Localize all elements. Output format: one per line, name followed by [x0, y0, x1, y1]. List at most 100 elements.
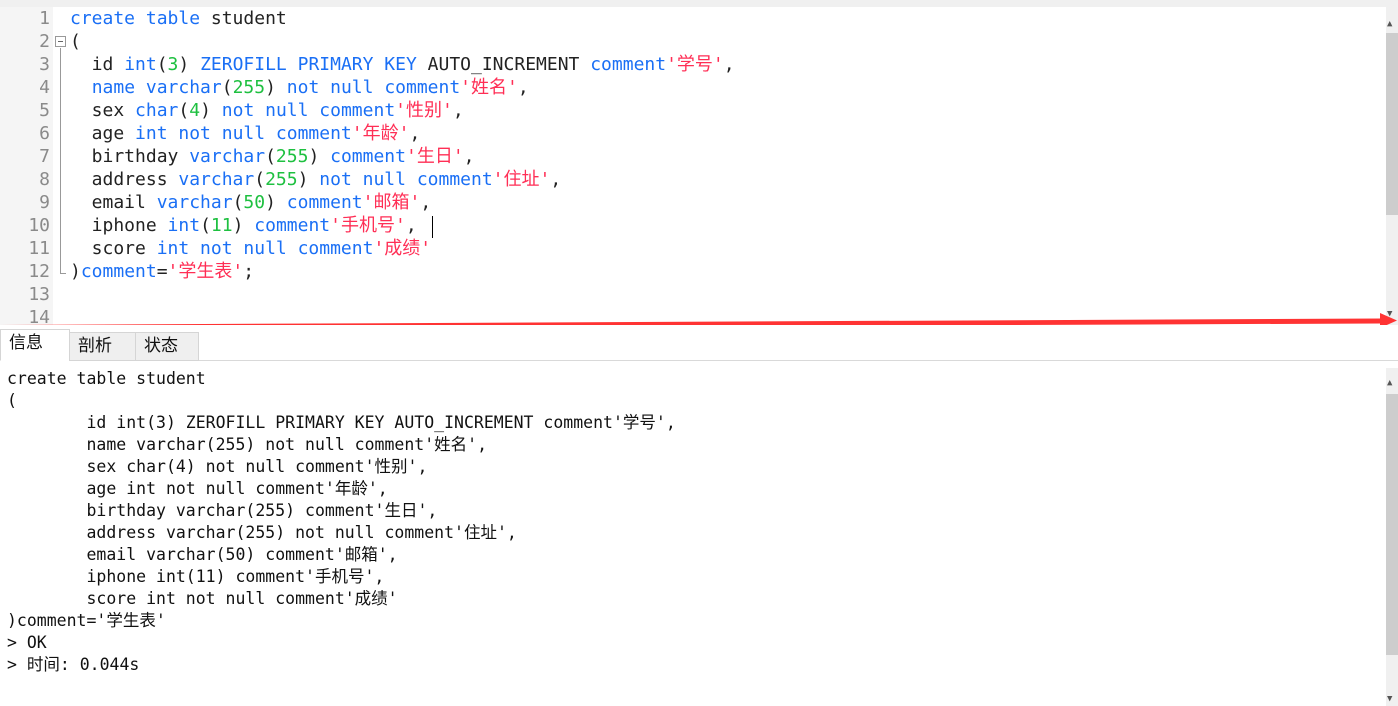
tab-label: 剖析: [78, 336, 112, 356]
line-number: 9: [39, 192, 50, 213]
token-kw: name varchar: [91, 77, 222, 98]
output-line: address varchar(255) not null comment'住址…: [7, 523, 517, 542]
output-line: email varchar(50) comment'邮箱',: [7, 545, 398, 564]
code-line[interactable]: score int not null comment'成绩': [70, 237, 431, 260]
text-caret: [432, 216, 433, 238]
token-kw: not null comment: [319, 169, 493, 190]
token-kw: create table: [70, 8, 201, 29]
token-plain: ): [265, 77, 287, 98]
line-number: 2: [39, 31, 50, 52]
token-kw: not null comment: [221, 100, 396, 121]
code-line[interactable]: address varchar(255) not null comment'住址…: [70, 168, 562, 191]
token-num: 255: [232, 77, 266, 98]
line-number: 7: [39, 146, 50, 167]
code-line[interactable]: email varchar(50) comment'邮箱',: [70, 191, 432, 214]
token-str: '邮箱': [362, 192, 421, 213]
output-line: > OK: [7, 633, 47, 652]
line-number: 10: [28, 215, 50, 236]
token-plain: ): [200, 100, 222, 121]
token-plain: ): [297, 169, 320, 190]
output-line: (: [7, 391, 17, 410]
token-str: '年龄': [351, 123, 410, 144]
scroll-up-icon[interactable]: ▲: [1387, 19, 1392, 29]
output-scrollbar[interactable]: ▲ ▼: [1386, 368, 1398, 706]
token-plain: sex: [70, 100, 136, 121]
code-line[interactable]: sex char(4) not null comment'性别',: [70, 99, 464, 122]
tab-status[interactable]: 状态: [135, 332, 199, 361]
line-number: 13: [28, 284, 50, 305]
token-kw: int: [167, 215, 201, 236]
token-plain: AUTO_INCREMENT: [416, 54, 591, 75]
token-kw: comment: [80, 261, 157, 282]
token-plain: (: [200, 215, 211, 236]
code-line[interactable]: (: [70, 30, 81, 53]
code-line[interactable]: age int not null comment'年龄',: [70, 122, 421, 145]
message-output: create table student ( id int(3) ZEROFILL…: [0, 368, 1386, 706]
line-number: 6: [39, 123, 50, 144]
token-plain: ,: [405, 215, 417, 236]
output-line: name varchar(255) not null comment'姓名',: [7, 435, 488, 454]
scroll-down-icon[interactable]: ▼: [1387, 694, 1392, 704]
token-str: '姓名': [460, 77, 518, 98]
token-kw: int not null comment: [156, 238, 374, 259]
token-kw: char: [135, 100, 179, 121]
top-band: [0, 0, 1398, 7]
code-line[interactable]: name varchar(255) not null comment'姓名',: [70, 76, 529, 99]
output-line: score int not null comment'成绩': [7, 589, 398, 608]
token-str: '生日': [405, 146, 464, 167]
scroll-up-icon[interactable]: ▲: [1387, 378, 1392, 388]
token-kw: comment: [286, 192, 363, 213]
token-plain: (: [178, 100, 190, 121]
token-plain: address: [70, 169, 179, 190]
token-str: '住址': [492, 169, 551, 190]
output-line: id int(3) ZEROFILL PRIMARY KEY AUTO_INCR…: [7, 413, 676, 432]
line-number: 1: [39, 8, 50, 29]
token-plain: (: [70, 31, 81, 52]
tab-profile[interactable]: 剖析: [69, 332, 136, 361]
tab-info[interactable]: 信息: [0, 329, 70, 361]
token-plain: (: [265, 146, 276, 167]
token-plain: ,: [409, 123, 421, 144]
token-plain: ,: [420, 192, 432, 213]
fold-collapse-icon[interactable]: [55, 36, 66, 47]
fold-guide-end: [60, 273, 66, 274]
token-plain: ): [70, 261, 81, 282]
line-number: 12: [28, 261, 50, 282]
output-scrollbar-thumb[interactable]: [1386, 394, 1398, 655]
editor-scrollbar[interactable]: ▲ ▼: [1386, 7, 1398, 325]
token-plain: (: [221, 77, 233, 98]
code-line[interactable]: )comment='学生表';: [70, 260, 254, 283]
token-plain: ,: [452, 100, 464, 121]
token-plain: (: [254, 169, 266, 190]
output-line: birthday varchar(255) comment'生日',: [7, 501, 438, 520]
code-line[interactable]: iphone int(11) comment'手机号',: [70, 214, 417, 237]
token-kw: int not null comment: [135, 123, 352, 144]
output-line: )comment='学生表': [7, 611, 166, 630]
token-num: 4: [189, 100, 201, 121]
token-plain: (: [232, 192, 244, 213]
token-plain: ): [232, 215, 255, 236]
editor-scrollbar-thumb[interactable]: [1386, 33, 1398, 215]
token-num: 50: [243, 192, 266, 213]
token-str: '成绩': [373, 238, 432, 259]
token-str: '手机号': [330, 215, 406, 236]
token-num: 11: [210, 215, 233, 236]
line-number: 4: [39, 77, 50, 98]
token-plain: id: [70, 54, 125, 75]
code-line[interactable]: create table student: [70, 7, 287, 30]
sql-editor[interactable]: create table student( id int(3) ZEROFILL…: [0, 7, 1386, 325]
code-line[interactable]: id int(3) ZEROFILL PRIMARY KEY AUTO_INCR…: [70, 53, 735, 76]
output-line: > 时间: 0.044s: [7, 655, 140, 674]
token-num: 3: [167, 54, 179, 75]
fold-guide: [60, 48, 61, 274]
token-str: '学生表': [167, 261, 244, 282]
tab-label: 信息: [9, 333, 43, 353]
line-number: 5: [39, 100, 50, 121]
token-plain: (: [156, 54, 168, 75]
token-plain: age: [70, 123, 136, 144]
token-plain: ,: [550, 169, 562, 190]
code-line[interactable]: birthday varchar(255) comment'生日',: [70, 145, 475, 168]
token-str: '学号': [666, 54, 724, 75]
token-plain: ,: [463, 146, 475, 167]
token-kw: comment: [590, 54, 667, 75]
